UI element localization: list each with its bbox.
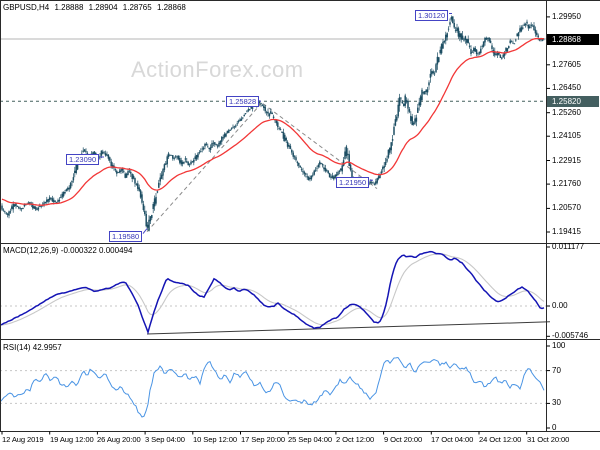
price-callout[interactable]: 1.25828	[226, 96, 260, 107]
price-callout[interactable]: 1.30120	[415, 10, 449, 21]
time-axis-label: 31 Oct 20:00	[527, 435, 570, 444]
rsi-tick-label: 30	[552, 398, 561, 407]
price-tick-label: 1.22915	[552, 156, 581, 165]
price-tick-label: 1.19415	[552, 227, 581, 236]
price-callout[interactable]: 1.23090	[66, 154, 100, 165]
chart-plot-area[interactable]	[0, 0, 600, 450]
price-tick-label: 1.29950	[552, 12, 581, 21]
time-axis-label: 17 Oct 04:00	[431, 435, 474, 444]
open-value: 1.28888	[54, 3, 84, 12]
current-price-label: 1.28868	[547, 34, 599, 45]
price-tick-label: 1.25260	[552, 108, 581, 117]
time-axis-label: 3 Sep 04:00	[145, 435, 185, 444]
rsi-tick-label: 0	[552, 423, 557, 432]
symbol-period-label: GBPUSD,H4	[3, 3, 50, 12]
close-value: 1.28868	[156, 3, 186, 12]
time-axis-label: 10 Sep 12:00	[193, 435, 237, 444]
rsi-indicator-label: RSI(14) 42.9957	[3, 343, 62, 352]
price-tick-label: 1.20570	[552, 203, 581, 212]
price-callout[interactable]: 1.19580	[109, 231, 143, 242]
macd-tick-label: -0.005746	[552, 331, 589, 340]
level-price-label: 1.25820	[547, 96, 599, 107]
price-tick-label: 1.21760	[552, 179, 581, 188]
macd-tick-label: 0.011177	[552, 242, 585, 251]
macd-tick-label: 0.00	[552, 301, 568, 310]
price-tick-label: 1.27605	[552, 60, 581, 69]
price-tick-label: 1.24105	[552, 131, 581, 140]
time-axis-label: 25 Sep 04:00	[288, 435, 332, 444]
time-axis-label: 12 Aug 2019	[2, 435, 44, 444]
high-value: 1.28904	[88, 3, 118, 12]
time-axis-label: 19 Aug 12:00	[50, 435, 94, 444]
time-axis-label: 2 Oct 12:00	[336, 435, 375, 444]
price-tick-label: 1.26450	[552, 83, 581, 92]
price-callout[interactable]: 1.21950	[336, 177, 370, 188]
macd-indicator-label: MACD(12,26,9) -0.000322 0.000494	[3, 246, 133, 255]
mt4-chart-window[interactable]: ActionForex.com GBPUSD,H4 1.28888 1.2890…	[0, 0, 600, 450]
rsi-tick-label: 70	[552, 366, 561, 375]
time-axis-label: 26 Aug 20:00	[97, 435, 141, 444]
time-axis-label: 24 Oct 12:00	[479, 435, 522, 444]
time-axis-label: 9 Oct 20:00	[384, 435, 423, 444]
rsi-tick-label: 100	[552, 341, 566, 350]
low-value: 1.28765	[122, 3, 152, 12]
symbol-ohlc-header: GBPUSD,H4 1.28888 1.28904 1.28765 1.2886…	[3, 3, 189, 12]
time-axis-label: 17 Sep 20:00	[241, 435, 285, 444]
